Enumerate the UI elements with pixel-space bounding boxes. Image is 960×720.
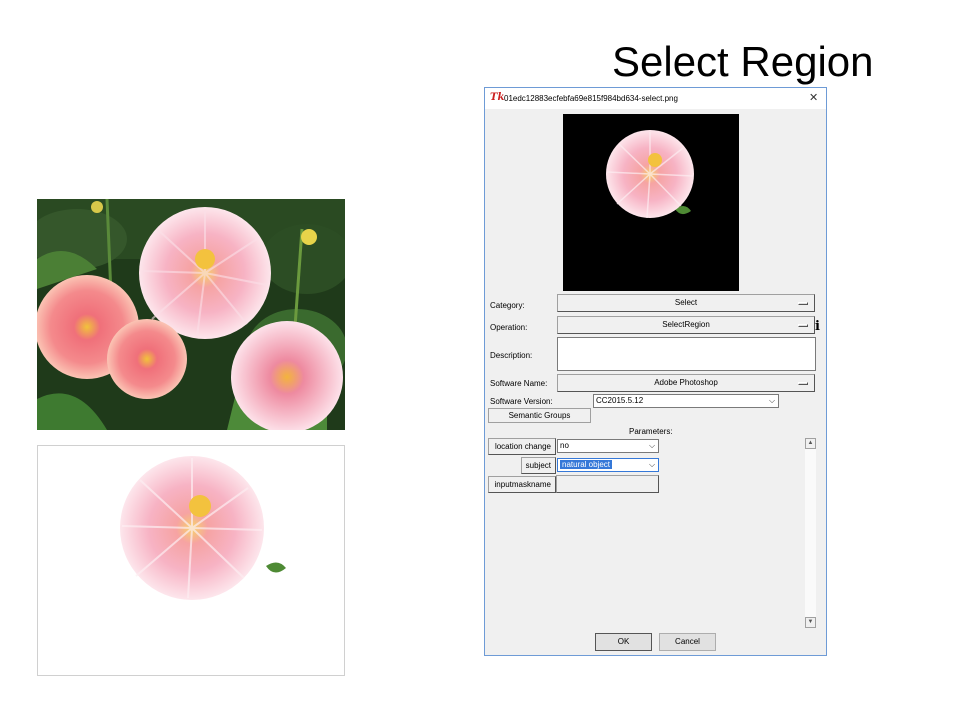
chevron-down-icon[interactable]: ⌵ — [646, 440, 658, 452]
software-version-value: CC2015.5.12 — [596, 396, 644, 405]
param-value-combo[interactable]: natural object ⌵ — [557, 458, 659, 472]
flower-mask-result — [37, 445, 345, 676]
menu-indicator-icon — [798, 382, 808, 385]
info-icon[interactable]: i — [815, 319, 820, 334]
category-label: Category: — [490, 301, 525, 310]
tk-app-icon: Tk — [490, 92, 505, 103]
software-name-value: Adobe Photoshop — [654, 378, 718, 387]
software-name-label: Software Name: — [490, 379, 548, 388]
param-name-button[interactable]: subject — [521, 457, 556, 474]
flower-photo — [37, 199, 345, 430]
scroll-track[interactable] — [805, 449, 816, 617]
category-value: Select — [674, 298, 698, 307]
param-name-button[interactable]: location change — [488, 438, 556, 455]
software-version-label: Software Version: — [490, 397, 553, 406]
scroll-down-icon[interactable]: ▼ — [805, 617, 816, 628]
software-version-combo[interactable]: CC2015.5.12 ⌵ — [593, 394, 779, 408]
scroll-up-icon[interactable]: ▲ — [805, 438, 816, 449]
dialog-title: 01edc12883ecfebfa69e815f984bd634-select.… — [504, 94, 678, 103]
param-name-button[interactable]: inputmaskname — [488, 476, 556, 493]
mask-preview — [563, 114, 739, 291]
category-menu[interactable]: Select — [557, 294, 815, 312]
param-value: natural object — [560, 460, 613, 469]
parameters-scrollbar[interactable]: ▲ ▼ — [805, 438, 816, 628]
description-label: Description: — [490, 351, 533, 360]
operation-label: Operation: — [490, 323, 528, 332]
close-icon[interactable]: ✕ — [809, 91, 818, 104]
menu-indicator-icon — [798, 324, 808, 327]
software-name-menu[interactable]: Adobe Photoshop — [557, 374, 815, 392]
cancel-button[interactable]: Cancel — [659, 633, 716, 651]
dialog-titlebar: Tk 01edc12883ecfebfa69e815f984bd634-sele… — [485, 88, 826, 109]
ok-button[interactable]: OK — [595, 633, 652, 651]
operation-menu[interactable]: SelectRegion — [557, 316, 815, 334]
menu-indicator-icon — [798, 302, 808, 305]
semantic-groups-button[interactable]: Semantic Groups — [488, 408, 591, 423]
slide-title: Select Region — [612, 38, 874, 85]
chevron-down-icon[interactable]: ⌵ — [646, 459, 658, 471]
select-dialog: Tk 01edc12883ecfebfa69e815f984bd634-sele… — [484, 87, 827, 656]
operation-value: SelectRegion — [662, 320, 710, 329]
param-value-field[interactable] — [556, 475, 659, 493]
param-value-combo[interactable]: no ⌵ — [557, 439, 659, 453]
chevron-down-icon[interactable]: ⌵ — [766, 395, 778, 407]
parameters-label: Parameters: — [629, 427, 673, 436]
description-field[interactable] — [557, 337, 816, 371]
param-value: no — [560, 441, 569, 450]
